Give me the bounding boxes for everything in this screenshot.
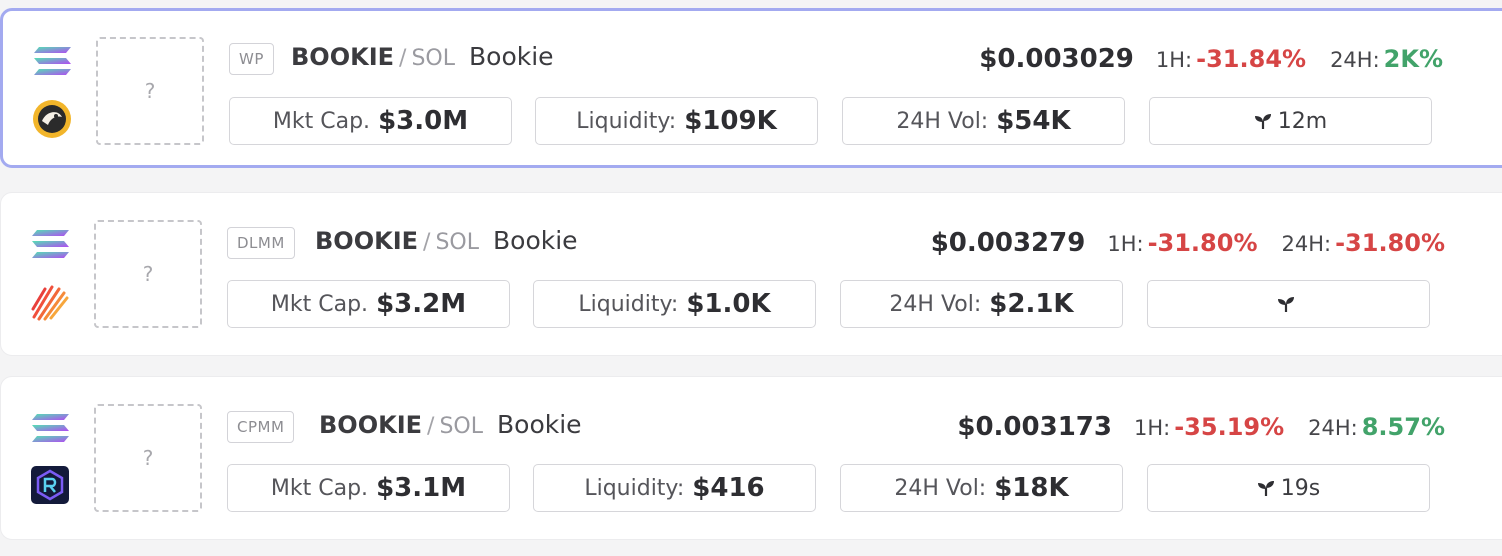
change-1h-label: 1H: bbox=[1155, 48, 1193, 72]
quote-symbol: SOL bbox=[435, 230, 479, 255]
volume-box: 24H Vol: $2.1K bbox=[840, 280, 1123, 328]
market-cap-box: Mkt Cap. $3.1M bbox=[227, 464, 510, 512]
price: $0.003173 bbox=[957, 412, 1112, 442]
token-name: Bookie bbox=[497, 410, 582, 439]
pool-age: 12m bbox=[1277, 108, 1328, 134]
volume-label: 24H Vol: bbox=[889, 291, 982, 317]
pair-separator: / bbox=[427, 414, 435, 439]
pool-type-badge: DLMM bbox=[227, 227, 295, 259]
price-stats: $0.003029 1H: -31.84% 24H: 2K% bbox=[979, 44, 1443, 78]
change-1h: -31.80% bbox=[1147, 229, 1258, 257]
sprout-icon bbox=[1277, 297, 1294, 312]
volume-value: $2.1K bbox=[989, 289, 1074, 319]
pool-card[interactable]: ? DLMM BOOKIE / SOL Bookie $0.003279 1H:… bbox=[0, 192, 1502, 356]
liquidity-box: Liquidity: $1.0K bbox=[533, 280, 816, 328]
price: $0.003279 bbox=[930, 228, 1086, 258]
meteora-icon bbox=[31, 285, 69, 321]
liquidity-value: $109K bbox=[684, 106, 777, 136]
pool-type-badge: CPMM bbox=[227, 411, 295, 443]
change-1h: -31.84% bbox=[1196, 45, 1307, 73]
pool-type-badge: WP bbox=[229, 43, 274, 75]
market-cap-value: $3.0M bbox=[378, 106, 469, 136]
sprout-icon bbox=[1257, 481, 1274, 496]
placeholder-mark: ? bbox=[142, 262, 154, 286]
volume-value: $54K bbox=[996, 106, 1071, 136]
price: $0.003029 bbox=[979, 44, 1134, 74]
pool-age-box bbox=[1147, 280, 1430, 328]
volume-value: $18K bbox=[994, 473, 1069, 503]
placeholder-mark: ? bbox=[144, 79, 156, 103]
pair-separator: / bbox=[399, 46, 407, 71]
liquidity-label: Liquidity: bbox=[576, 108, 677, 134]
market-cap-value: $3.2M bbox=[376, 289, 467, 319]
liquidity-label: Liquidity: bbox=[584, 475, 685, 501]
change-24h: -31.80% bbox=[1335, 229, 1445, 257]
change-24h: 8.57% bbox=[1361, 413, 1445, 441]
liquidity-box: Liquidity: $416 bbox=[533, 464, 816, 512]
token-image-placeholder: ? bbox=[94, 404, 202, 512]
change-24h-label: 24H: bbox=[1308, 416, 1358, 440]
volume-box: 24H Vol: $18K bbox=[840, 464, 1123, 512]
liquidity-value: $1.0K bbox=[686, 289, 771, 319]
pool-age-box: 12m bbox=[1149, 97, 1432, 145]
solana-icon bbox=[34, 47, 71, 75]
market-cap-box: Mkt Cap. $3.0M bbox=[229, 97, 512, 145]
market-cap-label: Mkt Cap. bbox=[270, 475, 369, 501]
volume-label: 24H Vol: bbox=[894, 475, 987, 501]
change-24h-label: 24H: bbox=[1281, 232, 1332, 256]
pool-list: ? WP BOOKIE / SOL Bookie $0.003029 1H: -… bbox=[0, 0, 1502, 556]
base-symbol: BOOKIE bbox=[319, 411, 423, 439]
market-cap-value: $3.1M bbox=[376, 473, 467, 503]
solana-icon bbox=[32, 230, 69, 258]
pool-card[interactable]: ? WP BOOKIE / SOL Bookie $0.003029 1H: -… bbox=[0, 8, 1502, 168]
change-1h-label: 1H: bbox=[1107, 232, 1144, 256]
raydium-icon bbox=[31, 466, 69, 504]
volume-box: 24H Vol: $54K bbox=[842, 97, 1125, 145]
change-24h: 2K% bbox=[1383, 45, 1443, 73]
market-cap-label: Mkt Cap. bbox=[270, 291, 369, 317]
pair-title: BOOKIE / SOL Bookie bbox=[319, 410, 582, 444]
change-1h: -35.19% bbox=[1174, 413, 1285, 441]
base-symbol: BOOKIE bbox=[315, 227, 419, 255]
pumpfun-duck-icon bbox=[33, 100, 71, 138]
token-image-placeholder: ? bbox=[96, 37, 204, 145]
price-stats: $0.003173 1H: -35.19% 24H: 8.57% bbox=[957, 412, 1445, 446]
liquidity-label: Liquidity: bbox=[578, 291, 679, 317]
pair-title: BOOKIE / SOL Bookie bbox=[315, 226, 578, 260]
market-cap-label: Mkt Cap. bbox=[272, 108, 371, 134]
change-24h-label: 24H: bbox=[1330, 48, 1380, 72]
quote-symbol: SOL bbox=[439, 414, 483, 439]
volume-label: 24H Vol: bbox=[896, 108, 989, 134]
liquidity-value: $416 bbox=[692, 473, 765, 503]
quote-symbol: SOL bbox=[411, 46, 455, 71]
token-image-placeholder: ? bbox=[94, 220, 202, 328]
sprout-icon bbox=[1254, 114, 1271, 129]
liquidity-box: Liquidity: $109K bbox=[535, 97, 818, 145]
pair-title: BOOKIE / SOL Bookie bbox=[291, 42, 554, 76]
token-name: Bookie bbox=[469, 42, 554, 71]
price-stats: $0.003279 1H: -31.80% 24H: -31.80% bbox=[931, 228, 1445, 262]
pool-card[interactable]: ? CPMM BOOKIE / SOL Bookie $0.003173 1H:… bbox=[0, 376, 1502, 540]
token-name: Bookie bbox=[493, 226, 578, 255]
pool-age: 19s bbox=[1280, 475, 1321, 501]
pair-separator: / bbox=[423, 230, 431, 255]
pool-age-box: 19s bbox=[1147, 464, 1430, 512]
placeholder-mark: ? bbox=[142, 446, 154, 470]
change-1h-label: 1H: bbox=[1133, 416, 1171, 440]
market-cap-box: Mkt Cap. $3.2M bbox=[227, 280, 510, 328]
base-symbol: BOOKIE bbox=[291, 43, 395, 71]
solana-icon bbox=[32, 414, 69, 442]
